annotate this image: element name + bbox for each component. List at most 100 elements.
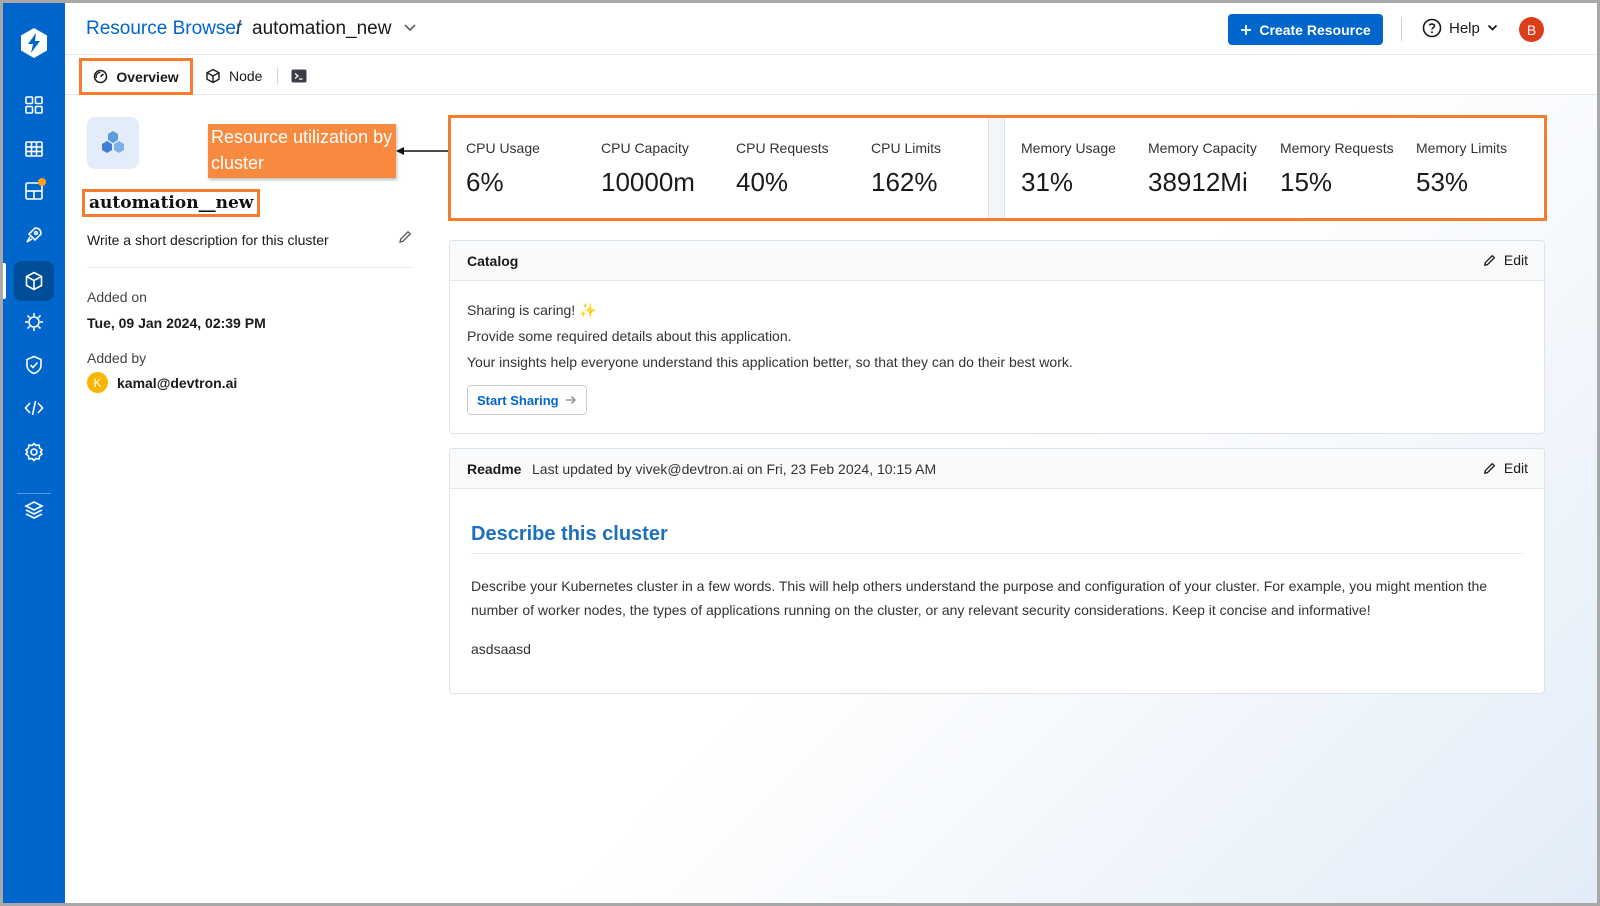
metric-cpu-usage: CPU Usage 6% [466,140,540,198]
metric-value: 40% [736,167,789,197]
nav-deployments-rocket-icon[interactable] [14,215,54,255]
resource-metrics: CPU Usage 6% CPU Capacity 10000m CPU Req… [448,115,1547,221]
tab-node-label: Node [229,68,263,84]
left-panel-divider [87,267,413,268]
metric-memory-limits: Memory Limits 53% [1416,140,1507,198]
nav-resource-browser-cube-icon[interactable] [14,261,54,301]
arrow-right-icon [565,396,576,404]
readme-extra-text: asdsaasd [471,641,531,657]
node-cube-icon [206,68,220,84]
added-on-value: Tue, 09 Jan 2024, 02:39 PM [87,315,266,331]
tab-overview-label: Overview [116,68,179,85]
cluster-description: Write a short description for this clust… [87,232,329,248]
catalog-line-2: Provide some required details about this… [467,328,792,344]
plus-icon [1241,24,1252,35]
nav-chart-store-icon[interactable] [14,171,54,211]
readme-title: Readme [467,461,522,477]
create-resource-button[interactable]: Create Resource [1228,14,1383,45]
left-nav [3,3,65,903]
user-avatar[interactable]: B [1519,17,1544,42]
metric-label: Memory Capacity [1148,140,1257,156]
tab-overview[interactable]: Overview [79,58,193,95]
metric-value: 162% [871,167,938,197]
catalog-header: Catalog Edit [450,241,1544,281]
metric-label: Memory Limits [1416,140,1508,156]
catalog-edit-label: Edit [1503,252,1528,268]
metric-value: 38912Mi [1148,167,1248,197]
edit-pencil-icon[interactable] [397,229,413,245]
metric-label: CPU Requests [736,140,829,156]
create-resource-label: Create Resource [1259,21,1371,38]
edit-pencil-icon [1483,462,1496,474]
readme-edit-label: Edit [1503,460,1528,476]
app-window: Resource Browser / automation_new Create… [3,3,1597,903]
terminal-icon [291,69,307,83]
help-question-icon [1422,18,1442,38]
catalog-edit-button[interactable]: Edit [1482,252,1528,268]
catalog-line-3: Your insights help everyone understand t… [467,354,1073,370]
readme-card: Readme Last updated by vivek@devtron.ai … [449,448,1545,694]
annotation-callout: Resource utilization by cluster [208,124,396,178]
metric-label: Memory Usage [1021,140,1116,156]
metric-label: CPU Capacity [601,140,689,156]
metric-memory-capacity: Memory Capacity 38912Mi [1148,140,1257,198]
metric-cpu-capacity: CPU Capacity 10000m [601,140,695,198]
added-on-label: Added on [87,289,147,305]
nav-active-indicator [3,263,6,299]
metric-cpu-requests: CPU Requests 40% [736,140,829,198]
nav-stack-layers-icon[interactable] [14,490,54,530]
tab-terminal[interactable] [291,61,307,91]
cpu-metrics: CPU Usage 6% CPU Capacity 10000m CPU Req… [451,118,989,218]
memory-metrics: Memory Usage 31% Memory Capacity 38912Mi… [1004,118,1544,218]
tab-divider [277,68,278,84]
metric-value: 6% [466,167,504,197]
help-label: Help [1449,19,1480,37]
nav-code-icon[interactable] [14,388,54,428]
added-by-value: kamal@devtron.ai [117,374,238,391]
cluster-tabs: Overview Node [65,55,1597,95]
user-avatar-k: K [87,372,108,393]
annotation-arrow-icon [396,147,450,155]
added-by-user: K kamal@devtron.ai [87,372,237,393]
metric-value: 31% [1021,167,1074,197]
readme-edit-button[interactable]: Edit [1482,460,1528,476]
breadcrumb-separator: / [236,18,242,39]
cluster-icon [87,117,139,169]
help-menu[interactable]: Help [1422,18,1498,38]
readme-heading: Describe this cluster [471,523,668,545]
metric-value: 10000m [601,167,695,197]
cluster-hexagons-icon [102,131,124,153]
header-divider [1401,17,1402,41]
nav-security-bug-icon[interactable] [14,302,54,342]
metric-label: Memory Requests [1280,140,1394,156]
tab-node[interactable]: Node [205,61,262,91]
breadcrumb-resource-browser[interactable]: Resource Browser [86,18,242,40]
overview-content: Resource utilization by cluster automati… [65,95,1597,903]
breadcrumb-current-cluster: automation_new [252,18,392,39]
nav-app-groups-icon[interactable] [14,128,54,168]
readme-last-updated: Last updated by vivek@devtron.ai on Fri,… [532,461,937,477]
metric-value: 53% [1416,167,1469,197]
edit-pencil-icon [1483,254,1496,266]
metric-memory-usage: Memory Usage 31% [1021,140,1116,198]
catalog-title: Catalog [467,253,519,269]
nav-settings-gear-icon[interactable] [14,432,54,472]
metric-label: CPU Usage [466,140,540,156]
readme-paragraph: Describe your Kubernetes cluster in a fe… [471,578,1488,618]
devtron-logo-icon[interactable] [17,26,51,60]
start-sharing-button[interactable]: Start Sharing [467,385,587,415]
notification-dot [38,178,46,186]
metrics-gap [989,118,1004,218]
catalog-card: Catalog Edit Sharing is caring! ✨ Provid… [449,240,1545,434]
overview-gauge-icon [94,69,108,84]
catalog-line-1: Sharing is caring! ✨ [467,302,597,318]
help-chevron-down-icon [1487,24,1497,31]
readme-heading-rule [471,553,1523,554]
cluster-switcher-chevron-down-icon[interactable] [403,23,417,33]
nav-applications-icon[interactable] [14,85,54,125]
metric-cpu-limits: CPU Limits 162% [871,140,941,198]
added-by-label: Added by [87,350,147,366]
nav-shield-icon[interactable] [14,345,54,385]
metric-label: CPU Limits [871,140,942,156]
metric-memory-requests: Memory Requests 15% [1280,140,1394,198]
